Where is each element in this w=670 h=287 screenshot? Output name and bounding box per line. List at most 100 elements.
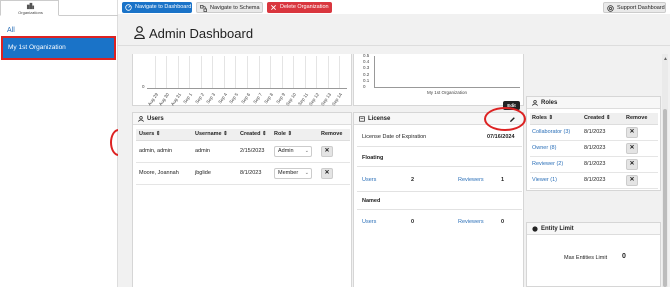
divider [357, 191, 522, 192]
role-link[interactable]: Owner (8) [530, 140, 582, 157]
floating-reviewers-count: 1 [501, 177, 505, 183]
column-header-users[interactable]: Users ⇕ [136, 129, 192, 141]
column-header-role[interactable]: Role ⇕ [271, 129, 318, 141]
users-table: Users ⇕ Username ⇕ Created ⇕ Role ⇕ Remo… [136, 129, 350, 185]
highlight-oval [484, 107, 526, 131]
floating-users-count: 2 [411, 177, 415, 183]
max-entities-value: 0 [622, 253, 626, 260]
username-cell: jbglide [192, 162, 237, 185]
organizations-tab-label: Organizations [18, 10, 43, 15]
tab-divider [59, 15, 118, 16]
main-content: Admin Dashboard 0 Aug 29 Aug 30 Aug 31 Sep … [118, 14, 670, 287]
users-icon [138, 116, 144, 122]
sidebar: Organizations All My 1st Organization [0, 0, 118, 287]
y-tick-label: 0.3 [363, 65, 370, 71]
grid-line [258, 56, 260, 88]
named-reviewers-link[interactable]: Reviewers [458, 219, 484, 225]
expiration-label: License Date of Expiration [362, 134, 427, 140]
grid-line [270, 56, 272, 88]
roles-card: Roles Roles ⇕ Created ⇕ Remove Collabora… [526, 96, 661, 191]
grid-line [339, 56, 341, 88]
circle-icon [532, 226, 538, 232]
organizations-tab[interactable]: Organizations [0, 0, 59, 16]
role-link[interactable]: Viewer (1) [530, 172, 582, 189]
x-axis [147, 88, 347, 89]
support-dashboard-label: Support Dashboard [617, 5, 665, 11]
user-name-cell: Moore, Joannah [136, 162, 192, 185]
y-tick-label: 0 [363, 84, 366, 89]
users-card: Users Users ⇕ Username ⇕ Created ⇕ Role … [132, 112, 352, 287]
floating-section-title: Floating [362, 155, 384, 161]
all-organizations-link[interactable]: All [7, 27, 15, 34]
grid-line [327, 56, 329, 88]
grid-line [212, 56, 214, 88]
close-icon [271, 5, 276, 10]
navigate-to-schema-label: Navigate to Schema [210, 5, 260, 11]
license-icon [359, 116, 365, 122]
table-row: admin, admin admin 2/15/2023 Admin ⌄ ✕ [136, 140, 350, 163]
role-link[interactable]: Collaborator (3) [530, 124, 582, 141]
delete-organization-label: Delete Organization [280, 4, 329, 10]
remove-role-button[interactable]: ✕ [626, 158, 638, 170]
support-dashboard-button[interactable]: Support Dashboard [603, 2, 666, 13]
named-users-link[interactable]: Users [362, 219, 376, 225]
entity-limit-card-header: Entity Limit [527, 223, 660, 235]
column-header-created[interactable]: Created ⇕ [237, 129, 271, 141]
remove-user-button[interactable]: ✕ [321, 167, 333, 179]
grid-line [223, 56, 225, 88]
user-name-cell: admin, admin [136, 140, 192, 163]
role-link[interactable]: Reviewer (2) [530, 156, 582, 173]
user-icon [532, 100, 538, 106]
delete-organization-button[interactable]: Delete Organization [267, 2, 332, 13]
license-card: License Edit License Date of Expiration … [353, 101, 526, 287]
column-header-username[interactable]: Username ⇕ [192, 129, 237, 141]
y-tick-label: 0 [142, 84, 145, 89]
divider [357, 146, 522, 147]
username-cell: admin [192, 140, 237, 163]
created-cell: 8/1/2023 [582, 156, 624, 173]
grid-line [235, 56, 237, 88]
remove-role-button[interactable]: ✕ [626, 174, 638, 186]
named-reviewers-count: 0 [501, 219, 505, 225]
role-select[interactable]: Member ⌄ [274, 167, 312, 179]
divider [357, 209, 522, 210]
grid-line [316, 56, 318, 88]
table-row: Owner (8) 8/1/2023 ✕ [530, 140, 658, 157]
floating-users-link[interactable]: Users [362, 177, 376, 183]
column-header-remove: Remove [624, 113, 658, 125]
plot-area [374, 56, 520, 88]
roles-table: Roles ⇕ Created ⇕ Remove Collaborator (3… [530, 113, 658, 189]
remove-role-button[interactable]: ✕ [626, 142, 638, 154]
grid-line [281, 56, 283, 88]
license-card-header: License Edit [354, 101, 526, 131]
created-cell: 8/1/2023 [237, 162, 271, 185]
page-title: Admin Dashboard [149, 26, 254, 41]
title-divider [118, 45, 670, 46]
grid-line [304, 56, 306, 88]
admin-user-icon [134, 26, 145, 39]
grid-line [200, 56, 202, 88]
created-cell: 8/1/2023 [582, 124, 624, 141]
created-cell: 8/1/2023 [582, 140, 624, 157]
highlight-box [1, 36, 116, 60]
scrollbar-thumb[interactable] [663, 109, 667, 287]
schema-icon [200, 5, 207, 12]
remove-role-button[interactable]: ✕ [626, 126, 638, 138]
grid-line [293, 56, 295, 88]
navigate-to-schema-button[interactable]: Navigate to Schema [196, 2, 263, 13]
x-tick-label: My 1st Organization [426, 90, 468, 95]
scroll-up-icon[interactable]: ▲ [663, 56, 668, 62]
column-header-roles[interactable]: Roles ⇕ [530, 113, 582, 125]
floating-reviewers-link[interactable]: Reviewers [458, 177, 484, 183]
grid-line [189, 56, 191, 88]
entity-limit-card: Entity Limit Max Entities Limit 0 [526, 222, 661, 287]
roles-card-title: Roles [541, 100, 558, 106]
role-select[interactable]: Admin ⌄ [274, 145, 312, 157]
support-icon [607, 5, 614, 12]
column-header-created[interactable]: Created ⇕ [582, 113, 624, 125]
column-header-remove: Remove [318, 129, 350, 141]
remove-user-button[interactable]: ✕ [321, 145, 333, 157]
named-users-count: 0 [411, 219, 415, 225]
navigate-to-dashboard-button[interactable]: Navigate to Dashboard [122, 2, 192, 13]
y-tick-label: 0.5 [363, 53, 370, 58]
